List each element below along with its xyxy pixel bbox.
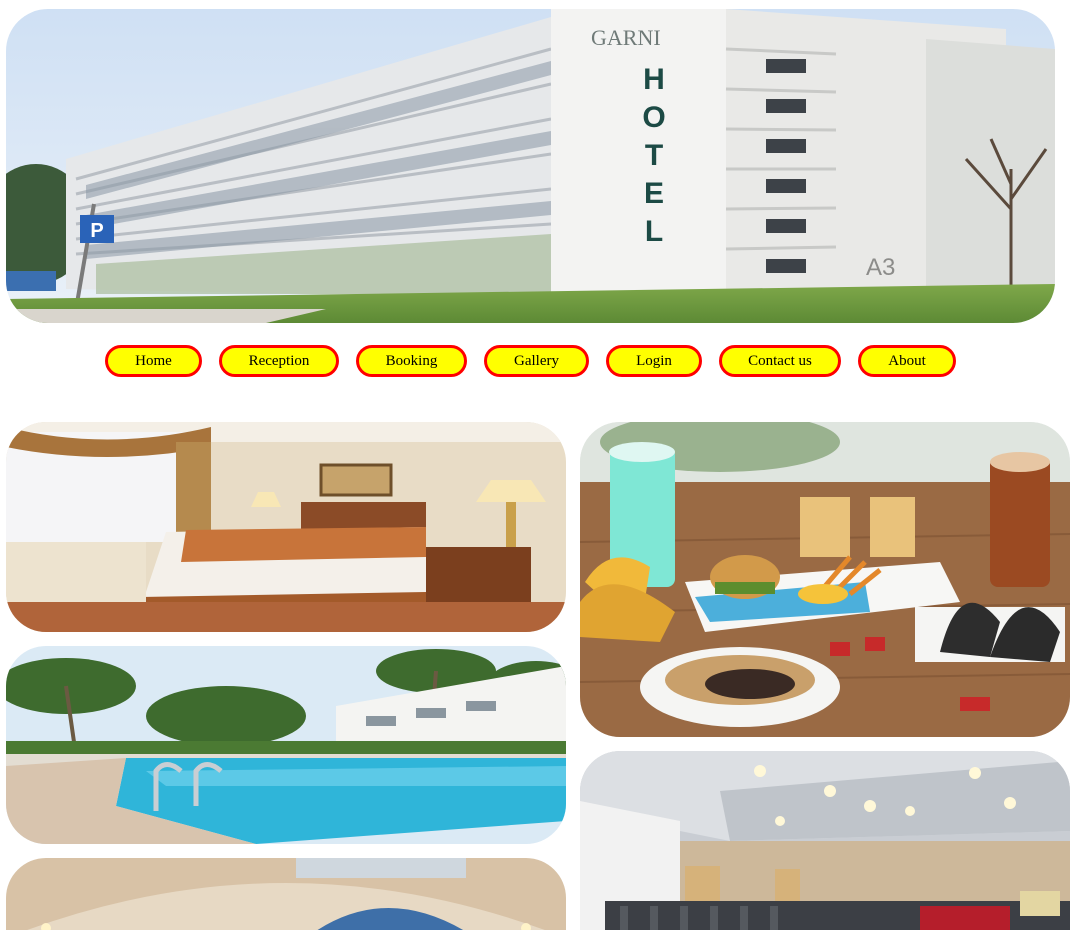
hero-hotel-image: GARNI HOTEL A3 P	[6, 9, 1055, 323]
parking-sign: P	[90, 220, 103, 242]
hero-sign-hotel: HOTEL	[642, 63, 665, 248]
gallery-pool-image	[6, 646, 566, 844]
nav-contact-button[interactable]: Contact us	[719, 345, 841, 377]
gallery-food-image	[580, 422, 1070, 737]
nav-reception-button[interactable]: Reception	[219, 345, 339, 377]
nav-home-button[interactable]: Home	[105, 345, 202, 377]
nav-about-button[interactable]: About	[858, 345, 956, 377]
gallery-hall-image	[6, 858, 566, 930]
gallery-bedroom-image	[6, 422, 566, 632]
nav-gallery-button[interactable]: Gallery	[484, 345, 589, 377]
page: GARNI HOTEL A3 P Home Reception Booking …	[0, 0, 1081, 930]
nav-login-button[interactable]: Login	[606, 345, 702, 377]
gallery-conference-image	[580, 751, 1070, 930]
nav-booking-button[interactable]: Booking	[356, 345, 467, 377]
main-nav: Home Reception Booking Gallery Login Con…	[0, 345, 1081, 383]
hero-building-code: A3	[866, 254, 895, 281]
hero-sign-garni: GARNI	[591, 25, 661, 50]
